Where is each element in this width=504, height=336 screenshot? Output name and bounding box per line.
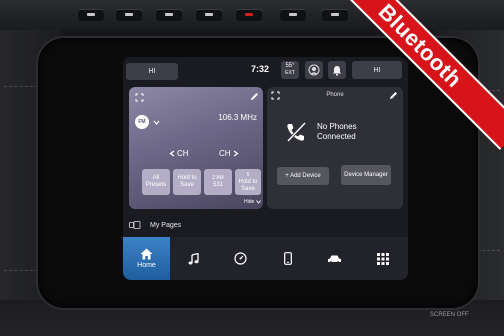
- frequency-display: 106.3 MHz: [218, 113, 257, 122]
- temperature-unit: EXT: [285, 70, 295, 76]
- music-note-icon: [188, 252, 199, 264]
- notification-bell-icon: [333, 65, 341, 76]
- channel-up-label: CH: [219, 149, 231, 158]
- my-pages-bar[interactable]: My Pages: [129, 217, 403, 233]
- my-pages-label: My Pages: [150, 221, 182, 229]
- nav-vehicle[interactable]: [311, 237, 358, 280]
- preset-label: Hold to Save: [177, 175, 197, 188]
- chevron-left-icon: [169, 150, 175, 157]
- channel-down-label: CH: [177, 149, 189, 158]
- chevron-down-icon: [256, 200, 262, 204]
- hazard-button[interactable]: [236, 9, 262, 21]
- hide-presets-toggle[interactable]: Hide: [244, 199, 262, 205]
- corner-banner-container: Bluetooth: [344, 0, 504, 160]
- chevron-right-icon: [233, 150, 239, 157]
- preset-label: 531: [212, 182, 223, 188]
- profile-pill[interactable]: HI: [126, 63, 178, 80]
- all-presets-label: All Presets: [145, 175, 167, 188]
- hardware-button[interactable]: [78, 9, 104, 21]
- device-manager-label: Device Manager: [344, 171, 388, 178]
- add-device-button[interactable]: + Add Device: [277, 167, 329, 185]
- pages-icon: [129, 221, 141, 229]
- add-device-label: + Add Device: [285, 172, 321, 179]
- driver-profile-icon: [308, 64, 320, 76]
- hardware-button[interactable]: [196, 9, 222, 21]
- hardware-button[interactable]: [156, 9, 182, 21]
- nav-phone[interactable]: [264, 237, 311, 280]
- clock: 7:32: [251, 64, 270, 74]
- car-icon: [328, 255, 341, 264]
- screen-off-label[interactable]: SCREEN OFF: [430, 312, 469, 319]
- bluetooth-banner-label: Bluetooth: [373, 0, 467, 93]
- gauge-icon: [234, 252, 247, 265]
- nav-media[interactable]: [170, 237, 217, 280]
- home-icon: [140, 248, 153, 260]
- band-badge[interactable]: FM: [135, 115, 149, 129]
- bluetooth-banner: Bluetooth: [344, 0, 504, 150]
- nav-home[interactable]: Home: [123, 237, 170, 280]
- hide-label: Hide: [244, 199, 255, 205]
- nav-vehicle-info[interactable]: [217, 237, 264, 280]
- hardware-button[interactable]: [116, 9, 142, 21]
- preset-label: Hold to Save: [238, 178, 258, 192]
- preset-button[interactable]: Hold to Save: [173, 169, 201, 195]
- device-manager-button[interactable]: Device Manager: [341, 165, 391, 185]
- preset-button[interactable]: 5 Hold to Save: [235, 169, 261, 195]
- outside-temperature: 55° EXT: [281, 61, 299, 79]
- chevron-down-icon[interactable]: [153, 120, 160, 125]
- all-presets-button[interactable]: All Presets: [142, 169, 170, 195]
- channel-up-button[interactable]: CH: [219, 149, 239, 158]
- phone-disconnected-icon: [286, 121, 307, 143]
- bottom-navigation: Home: [123, 237, 408, 280]
- preset-button[interactable]: 2 AM 531: [204, 169, 232, 195]
- nav-apps[interactable]: [358, 237, 408, 280]
- radio-widget[interactable]: FM 106.3 MHz CH CH All Presets Hold to S…: [129, 87, 263, 209]
- nav-home-label: Home: [137, 262, 156, 269]
- profile-label: HI: [148, 68, 156, 75]
- hardware-button[interactable]: [280, 9, 306, 21]
- expand-icon[interactable]: [135, 93, 144, 102]
- preset-number: 5: [246, 171, 250, 178]
- edit-pencil-icon[interactable]: [250, 92, 259, 101]
- temperature-value: 55°: [285, 63, 295, 69]
- driver-profile-button[interactable]: [305, 61, 323, 79]
- phone-icon: [283, 252, 292, 265]
- preset-number: 2 AM: [212, 175, 224, 181]
- apps-grid-icon: [377, 252, 389, 265]
- channel-down-button[interactable]: CH: [169, 149, 189, 158]
